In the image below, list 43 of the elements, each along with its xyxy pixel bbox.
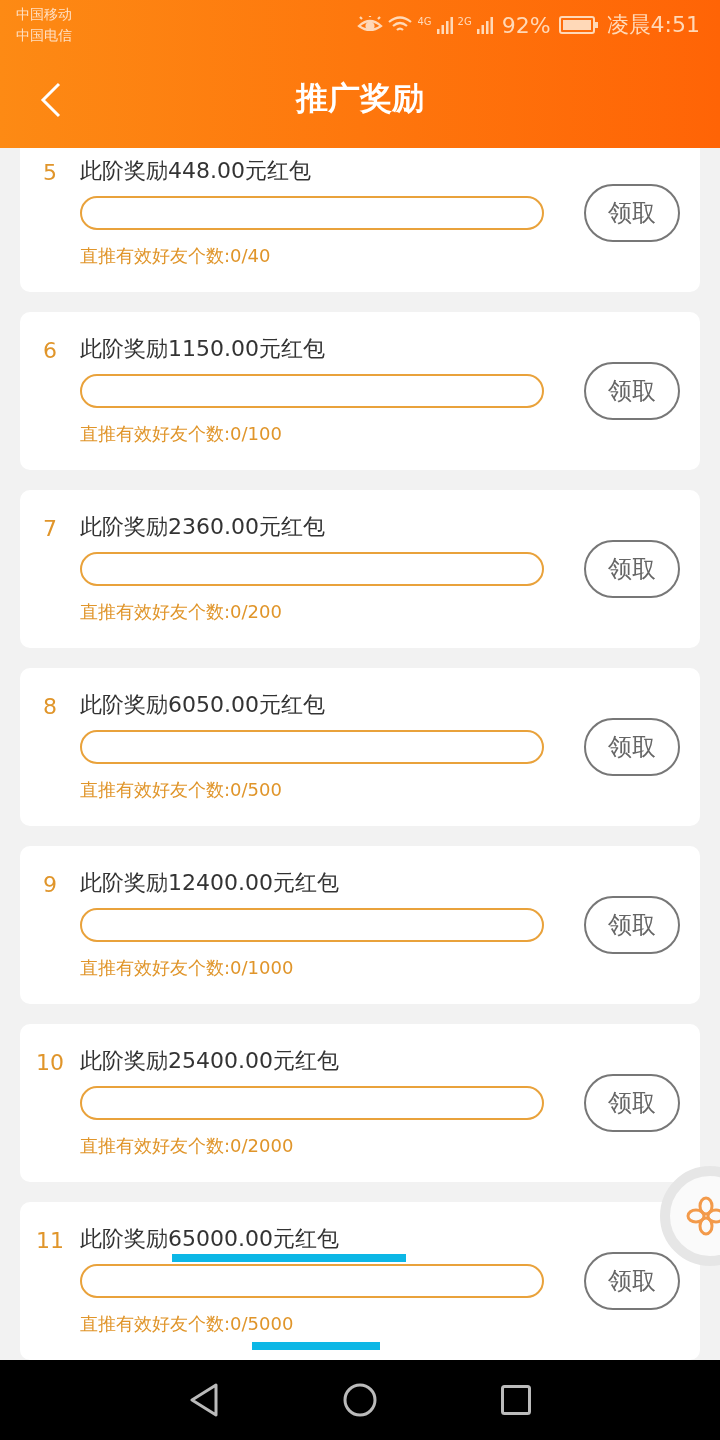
clock: 凌晨4:51 [606,11,700,39]
friend-count: 直推有效好友个数:0/5000 [80,1312,295,1336]
reward-title: 此阶奖励2360.00元红包 [80,513,326,541]
claim-button[interactable]: 领取 [584,1252,680,1310]
tier-number: 8 [42,694,58,719]
friend-count: 直推有效好友个数:0/1000 [80,956,295,980]
back-icon[interactable] [189,1383,219,1417]
tier-number: 9 [42,872,58,897]
signal-icon [475,15,494,35]
friend-count: 直推有效好友个数:0/2000 [80,1134,295,1158]
page-title: 推广奖励 [296,78,424,119]
friend-count: 直推有效好友个数:0/200 [80,600,283,624]
home-icon[interactable] [343,1383,377,1417]
signal-icon [435,15,454,35]
battery-icon [558,15,599,35]
network-label: 2G [457,16,472,27]
reward-title: 此阶奖励12400.00元红包 [80,869,340,897]
recents-icon[interactable] [501,1385,531,1415]
claim-button[interactable]: 领取 [584,896,680,954]
claim-button[interactable]: 领取 [584,1074,680,1132]
claim-button[interactable]: 领取 [584,718,680,776]
friend-count: 直推有效好友个数:0/100 [80,422,283,446]
friend-count: 直推有效好友个数:0/40 [80,244,272,268]
reward-title: 此阶奖励1150.00元红包 [80,335,326,363]
reward-title: 此阶奖励448.00元红包 [80,157,312,185]
knot-icon [686,1196,720,1236]
reward-title: 此阶奖励6050.00元红包 [80,691,326,719]
tier-number: 6 [42,338,58,363]
network-label: 4G [417,16,432,27]
claim-button[interactable]: 领取 [584,362,680,420]
tier-number: 7 [42,516,58,541]
carrier-name: 中国电信 [16,26,72,45]
tier-number: 5 [42,160,58,185]
reward-title: 此阶奖励65000.00元红包 [80,1225,340,1253]
claim-button[interactable]: 领取 [584,184,680,242]
reward-title: 此阶奖励25400.00元红包 [80,1047,340,1075]
friend-count: 直推有效好友个数:0/500 [80,778,283,802]
carrier-name: 中国移动 [16,5,72,24]
battery-percent: 92% [501,12,551,38]
tier-number: 10 [35,1050,65,1075]
eye-icon [357,16,384,34]
tier-number: 11 [35,1228,65,1253]
claim-button[interactable]: 领取 [584,540,680,598]
